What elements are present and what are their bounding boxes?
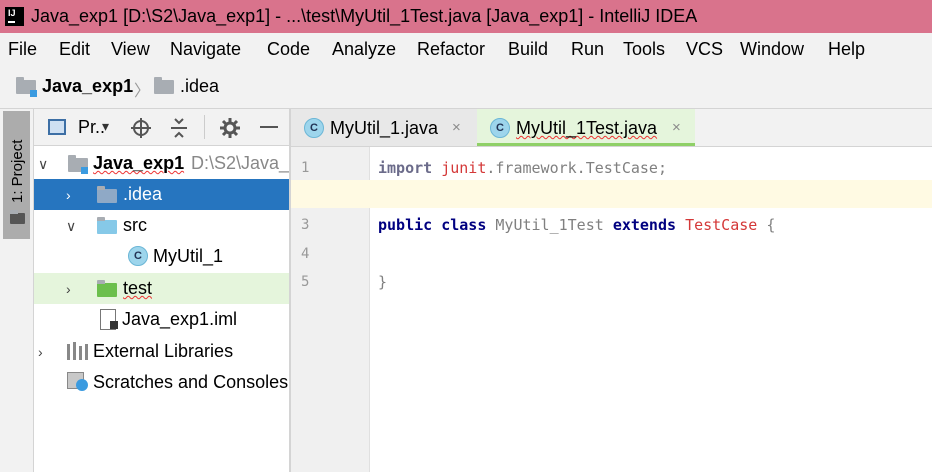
menu-code[interactable]: Code bbox=[267, 39, 310, 60]
breadcrumb: Java_exp1 〉 .idea bbox=[0, 65, 932, 109]
menu-analyze[interactable]: Analyze bbox=[332, 39, 396, 60]
class-icon: C bbox=[304, 118, 324, 138]
idea-folder-icon bbox=[97, 186, 117, 203]
project-tool-icon bbox=[10, 210, 25, 224]
tab-label: MyUtil_1.java bbox=[330, 118, 439, 138]
tree-item-label: Java_exp1.iml bbox=[122, 309, 238, 329]
project-tree: ∨ Java_exp1 D:\S2\Java_ › .idea ∨ src C … bbox=[34, 146, 290, 472]
tab-myutil[interactable]: C MyUtil_1.java × bbox=[291, 109, 477, 146]
module-badge-icon bbox=[30, 90, 37, 97]
test-folder-icon bbox=[97, 280, 117, 297]
source-folder-icon bbox=[97, 217, 117, 234]
tree-item-label: test bbox=[123, 278, 153, 298]
tree-item-label: src bbox=[123, 215, 147, 235]
editor-tabs: C MyUtil_1.java × C MyUtil_1Test.java × bbox=[291, 109, 932, 147]
tree-item-project-root[interactable]: ∨ Java_exp1 D:\S2\Java_ bbox=[34, 148, 290, 179]
breadcrumb-project[interactable]: Java_exp1 bbox=[42, 76, 133, 97]
menu-edit[interactable]: Edit bbox=[59, 39, 90, 60]
menu-vcs[interactable]: VCS bbox=[686, 39, 723, 60]
chevron-down-icon[interactable]: ∨ bbox=[38, 156, 48, 173]
code-line-5: } bbox=[378, 273, 388, 291]
tree-item-label: Java_exp1 bbox=[93, 153, 185, 173]
class-icon: C bbox=[128, 246, 148, 266]
tab-myutil-test[interactable]: C MyUtil_1Test.java × bbox=[477, 109, 695, 146]
menu-tools[interactable]: Tools bbox=[623, 39, 665, 60]
menu-run[interactable]: Run bbox=[571, 39, 604, 60]
intellij-logo-icon: IJ bbox=[5, 7, 24, 26]
tool-window-stripe: 1: Project bbox=[0, 109, 34, 472]
project-panel-header: Pr.. ▾ bbox=[34, 109, 290, 146]
close-icon[interactable]: × bbox=[672, 119, 681, 136]
menu-refactor[interactable]: Refactor bbox=[417, 39, 485, 60]
project-view-icon bbox=[48, 119, 66, 135]
chevron-right-icon[interactable]: › bbox=[66, 187, 71, 203]
project-tool-tab[interactable]: 1: Project bbox=[3, 111, 30, 239]
module-badge-icon bbox=[81, 167, 88, 174]
menu-window[interactable]: Window bbox=[740, 39, 804, 60]
menu-navigate[interactable]: Navigate bbox=[170, 39, 241, 60]
line-number: 3 bbox=[301, 217, 310, 233]
tree-item-path: D:\S2\Java_ bbox=[191, 153, 290, 173]
menu-file[interactable]: File bbox=[8, 39, 37, 60]
tree-item-external-libraries[interactable]: › External Libraries bbox=[34, 336, 290, 367]
breadcrumb-separator: 〉 bbox=[134, 83, 151, 100]
tree-item-test[interactable]: › test bbox=[34, 273, 290, 304]
line-number: 5 bbox=[301, 274, 310, 290]
toolbar-divider bbox=[204, 115, 205, 139]
close-icon[interactable]: × bbox=[452, 119, 461, 136]
class-icon: C bbox=[490, 118, 510, 138]
tree-item-label: .idea bbox=[123, 184, 163, 204]
code-line-1: import junit.framework.TestCase; bbox=[378, 159, 667, 177]
title-bar: IJ Java_exp1 [D:\S2\Java_exp1] - ...\tes… bbox=[0, 0, 932, 33]
code-line-3: public class MyUtil_1Test extends TestCa… bbox=[378, 216, 776, 234]
chevron-down-icon[interactable]: ▾ bbox=[102, 118, 109, 135]
locate-icon[interactable] bbox=[130, 117, 152, 139]
code-editor[interactable]: import junit.framework.TestCase; public … bbox=[370, 147, 932, 472]
clock-badge-icon bbox=[76, 379, 88, 391]
breadcrumb-folder[interactable]: .idea bbox=[180, 76, 219, 97]
tree-item-myutil[interactable]: C MyUtil_1 bbox=[34, 241, 290, 272]
window-title: Java_exp1 [D:\S2\Java_exp1] - ...\test\M… bbox=[31, 6, 698, 26]
line-number: 1 bbox=[301, 160, 310, 176]
menu-view[interactable]: View bbox=[111, 39, 150, 60]
line-number: 4 bbox=[301, 246, 310, 262]
menu-build[interactable]: Build bbox=[508, 39, 548, 60]
file-badge-icon bbox=[110, 321, 118, 329]
tree-item-src[interactable]: ∨ src bbox=[34, 210, 290, 241]
idea-folder-icon bbox=[154, 77, 174, 94]
chevron-right-icon[interactable]: › bbox=[66, 281, 71, 297]
menu-help[interactable]: Help bbox=[828, 39, 865, 60]
tab-label: MyUtil_1Test.java bbox=[516, 118, 658, 138]
tree-item-label: External Libraries bbox=[93, 341, 234, 361]
tree-item-label: MyUtil_1 bbox=[153, 246, 224, 266]
project-tool-label: 1: Project bbox=[9, 139, 26, 203]
minimize-icon[interactable] bbox=[260, 126, 278, 128]
chevron-right-icon[interactable]: › bbox=[38, 344, 43, 360]
collapse-all-icon[interactable] bbox=[169, 117, 189, 139]
tree-item-idea[interactable]: › .idea bbox=[34, 179, 290, 210]
project-view-label[interactable]: Pr.. bbox=[78, 117, 105, 138]
gear-icon[interactable] bbox=[219, 117, 241, 139]
menu-bar: File Edit View Navigate Code Analyze Ref… bbox=[0, 33, 932, 65]
library-icon bbox=[67, 342, 88, 360]
tree-item-scratches[interactable]: Scratches and Consoles bbox=[34, 367, 290, 398]
chevron-down-icon[interactable]: ∨ bbox=[66, 218, 76, 235]
tree-item-label: Scratches and Consoles bbox=[93, 372, 289, 392]
tree-item-iml[interactable]: Java_exp1.iml bbox=[34, 304, 290, 335]
